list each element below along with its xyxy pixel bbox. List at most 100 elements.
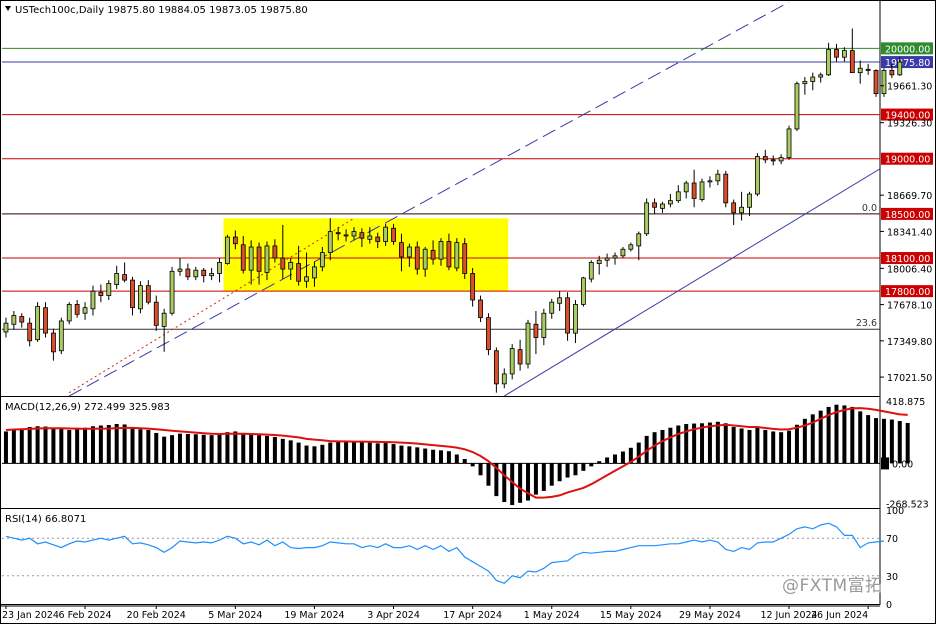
- price-tick-label-4: 19326.30: [887, 119, 932, 130]
- candle-body-11: [90, 290, 96, 310]
- candle-body-7: [58, 320, 64, 352]
- candle-body-88: [699, 181, 705, 200]
- macd-bar-26: [209, 435, 214, 464]
- candle-body-13: [106, 283, 112, 296]
- candle-body-15: [122, 274, 128, 281]
- candle-body-95: [754, 156, 760, 195]
- price-tick-label-8: 18341.40: [887, 227, 932, 238]
- macd-bar-82: [652, 432, 657, 464]
- macd-bar-24: [193, 434, 198, 464]
- candle-body-113: [897, 61, 903, 76]
- macd-bar-20: [162, 436, 167, 464]
- macd-bar-25: [201, 434, 206, 464]
- fxtm-watermark: @FXTM富拓: [782, 576, 883, 596]
- candle-body-76: [604, 257, 610, 261]
- candle-body-91: [723, 173, 729, 204]
- candle-body-46: [367, 235, 373, 240]
- macd-bar-43: [344, 441, 349, 464]
- macd-bar-97: [771, 431, 776, 464]
- candle-body-64: [509, 348, 515, 375]
- price-tick-label-2: 19661.30: [887, 82, 932, 93]
- candle-body-4: [35, 306, 40, 341]
- macd-bar-108: [858, 411, 863, 464]
- macd-tick-label-0: 418.875: [886, 397, 925, 408]
- macd-bar-30: [241, 432, 246, 464]
- candle-body-54: [430, 249, 436, 260]
- candle-body-70: [557, 297, 563, 304]
- candle-body-39: [312, 266, 317, 279]
- candle-body-35: [280, 257, 286, 270]
- candle-body-90: [715, 173, 721, 182]
- macd-bar-47: [375, 443, 380, 464]
- macd-bar-19: [154, 432, 159, 464]
- candle-body-101: [802, 81, 808, 85]
- macd-bar-96: [763, 429, 768, 464]
- macd-bar-72: [573, 463, 578, 476]
- candle-body-60: [478, 299, 483, 319]
- macd-zero-marker: [881, 457, 889, 470]
- candle-body-19: [153, 301, 159, 326]
- candle-body-2: [19, 316, 25, 323]
- candle-body-78: [620, 248, 626, 257]
- rsi-tick-label-0: 100: [886, 506, 904, 517]
- fib-label-0: 0.0: [862, 203, 877, 214]
- candle-body-23: [185, 268, 191, 278]
- macd-bar-63: [502, 463, 507, 503]
- candle-body-107: [849, 50, 855, 74]
- macd-bar-15: [122, 424, 127, 464]
- macd-bar-22: [177, 433, 182, 464]
- time-tick-label-1: 6 Feb 2024: [59, 610, 112, 621]
- macd-bar-99: [787, 430, 792, 464]
- candle-body-83: [660, 203, 665, 209]
- candle-body-17: [138, 285, 143, 310]
- candle-body-8: [66, 303, 72, 322]
- candle-body-28: [225, 236, 230, 264]
- macd-bar-73: [581, 463, 586, 471]
- candle-body-112: [889, 70, 895, 76]
- macd-bar-46: [367, 442, 372, 464]
- macd-bar-50: [399, 445, 404, 464]
- level-label-6: 17800.00: [885, 287, 930, 298]
- rsi-tick-label-3: 0: [886, 600, 892, 611]
- macd-bar-41: [328, 442, 333, 464]
- macd-bar-37: [296, 442, 301, 464]
- candle-body-55: [438, 241, 444, 260]
- candle-body-42: [335, 232, 341, 235]
- candle-body-59: [470, 273, 476, 301]
- candle-body-82: [652, 202, 657, 208]
- macd-bar-80: [636, 442, 641, 464]
- macd-bar-94: [747, 429, 752, 464]
- rsi-pane-frame: [0, 508, 881, 605]
- candle-body-110: [873, 70, 879, 95]
- macd-tick-label-1: 0.00: [892, 459, 913, 470]
- macd-bar-65: [518, 463, 523, 503]
- candle-body-53: [422, 248, 428, 270]
- macd-bar-31: [249, 433, 254, 464]
- macd-bar-5: [43, 426, 48, 464]
- level-label-0: 20000.00: [885, 44, 930, 55]
- candle-body-56: [446, 241, 452, 268]
- candle-body-85: [675, 191, 681, 202]
- macd-bar-56: [446, 451, 451, 464]
- time-tick-label-5: 3 Apr 2024: [367, 610, 420, 621]
- candle-body-27: [217, 262, 222, 274]
- candle-body-66: [525, 322, 531, 365]
- macd-bar-90: [715, 421, 720, 464]
- symbol-header: USTech100c,Daily 19875.80 19884.05 19873…: [15, 5, 308, 16]
- level-label-3: 19000.00: [885, 155, 930, 166]
- macd-bar-93: [739, 428, 744, 464]
- macd-bar-106: [842, 405, 847, 464]
- macd-bar-33: [264, 435, 269, 464]
- time-tick-label-9: 29 May 2024: [679, 610, 741, 621]
- candle-body-74: [588, 262, 594, 280]
- candle-body-106: [842, 50, 847, 58]
- candle-body-57: [454, 242, 460, 269]
- macd-bar-85: [676, 425, 681, 464]
- macd-bar-42: [336, 441, 341, 464]
- macd-bar-16: [130, 427, 135, 464]
- macd-bar-9: [75, 429, 80, 464]
- candle-body-68: [541, 312, 547, 338]
- macd-bar-21: [170, 435, 175, 464]
- macd-bar-48: [383, 442, 388, 464]
- symbol-triangle-icon: [5, 6, 11, 11]
